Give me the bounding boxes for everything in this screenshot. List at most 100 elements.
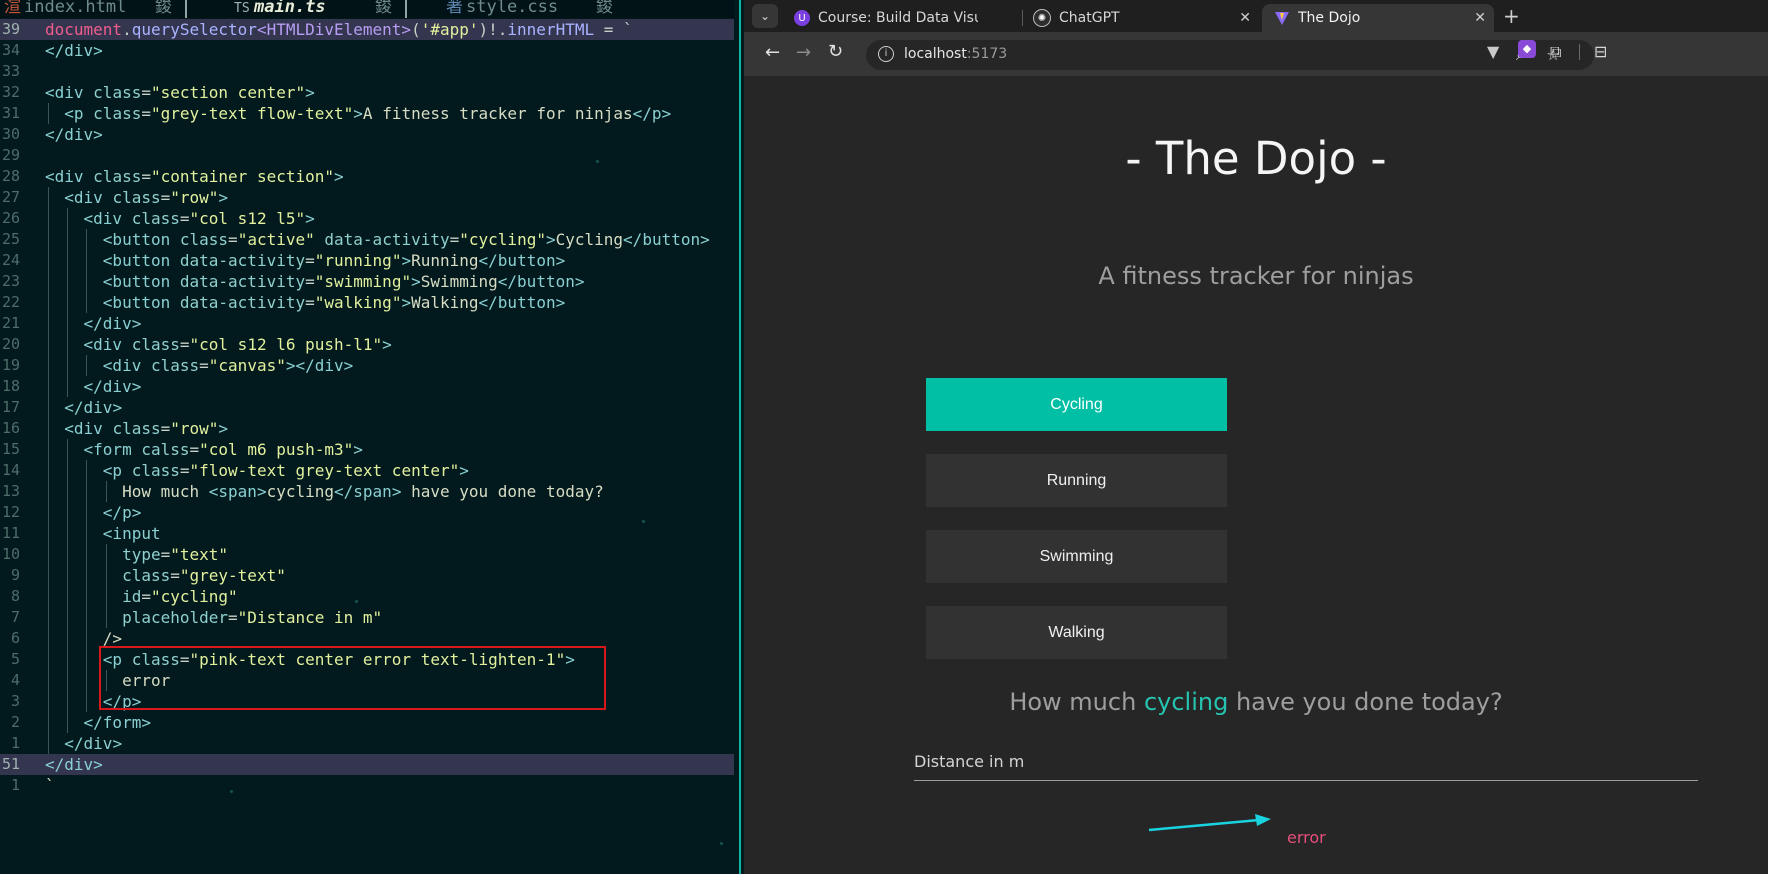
code-line[interactable]: 39 document.querySelector<HTMLDivElement>… <box>0 18 734 40</box>
editor-tab-index-html[interactable]: index.html <box>24 0 126 16</box>
code-line[interactable]: 18 </div> <box>0 375 734 397</box>
code-line[interactable]: 30 </div> <box>0 124 734 145</box>
vite-favicon-icon <box>1274 10 1290 26</box>
code-line[interactable]: 8 id="cycling" <box>0 585 734 607</box>
side-panel-icon[interactable]: ⊟ <box>1594 42 1607 61</box>
code-text: <div class="canvas"></div> <box>102 355 354 375</box>
annotation-highlight-box <box>99 646 606 710</box>
window-split-line[interactable] <box>739 0 741 874</box>
line-number: 17 <box>1 397 20 416</box>
code-text: How much <span>cycling</span> have you d… <box>45 481 604 501</box>
address-host: localhost <box>904 46 967 62</box>
close-tab-icon[interactable]: ✕ <box>1239 10 1251 26</box>
browser-tab-strip: ⌄ U Course: Build Data Visua ✺ ChatGPT ✕… <box>744 0 1768 32</box>
code-line[interactable]: 17 </div> <box>0 396 734 418</box>
chatgpt-favicon-icon: ✺ <box>1033 9 1051 27</box>
walking-button[interactable]: Walking <box>926 606 1227 659</box>
editor-tab-style-css[interactable]: style.css <box>466 0 558 16</box>
code-line[interactable]: 9 class="grey-text" <box>0 564 734 586</box>
code-text: </div> <box>64 733 123 753</box>
code-text: document.querySelector<HTMLDivElement>('… <box>45 19 633 39</box>
line-number: 10 <box>1 544 20 563</box>
code-line[interactable]: 27 <div class="row"> <box>0 186 734 208</box>
code-line[interactable]: 31 <p class="grey-text flow-text">A fitn… <box>0 102 734 124</box>
line-number: 4 <box>10 670 20 689</box>
code-line[interactable]: 19 <div class="canvas"></div> <box>0 354 734 376</box>
line-number: 11 <box>1 523 20 542</box>
code-line[interactable]: 21 </div> <box>0 312 734 334</box>
line-number: 12 <box>1 502 20 521</box>
code-text: type="text" <box>122 544 229 564</box>
line-number: 16 <box>1 418 20 437</box>
code-line[interactable]: 26 <div class="col s12 l5"> <box>0 207 734 229</box>
code-line[interactable]: 29 <box>0 145 734 166</box>
back-arrow-icon[interactable]: ← <box>765 42 780 63</box>
code-text: <p class="grey-text flow-text">A fitness… <box>64 103 672 123</box>
new-tab-button[interactable]: + <box>1503 4 1520 28</box>
code-text: <div class="container section"> <box>45 166 344 186</box>
code-line[interactable]: 23 <button data-activity="swimming">Swim… <box>0 270 734 292</box>
close-tab-icon[interactable]: ✕ <box>1474 10 1486 26</box>
code-line[interactable]: 34 </div> <box>0 40 734 61</box>
extensions-puzzle-icon[interactable]: ⧉ <box>1550 42 1561 62</box>
line-number: 21 <box>1 313 20 332</box>
page-title: - The Dojo - <box>1125 132 1387 185</box>
code-text: <div class="row"> <box>64 418 229 438</box>
code-line[interactable]: 1 ` <box>0 775 734 796</box>
code-line[interactable]: 25 <button class="active" data-activity=… <box>0 228 734 250</box>
line-number: 29 <box>1 145 20 164</box>
code-line[interactable]: 11 <input <box>0 522 734 544</box>
code-line[interactable]: 14 <p class="flow-text grey-text center"… <box>0 459 734 481</box>
code-line[interactable]: 28 <div class="container section"> <box>0 166 734 187</box>
address-bar[interactable]: i localhost:5173 ⌕ ☆ <box>866 40 1594 70</box>
line-number: 6 <box>10 628 20 647</box>
code-line[interactable]: 32 <div class="section center"> <box>0 82 734 103</box>
code-line[interactable]: 24 <button data-activity="running">Runni… <box>0 249 734 271</box>
extension-vue-icon[interactable]: ▼ <box>1487 42 1499 61</box>
code-line[interactable]: 12 </p> <box>0 501 734 523</box>
line-number: 14 <box>1 460 20 479</box>
background-star <box>720 842 723 845</box>
line-number: 5 <box>10 649 20 668</box>
line-number: 32 <box>1 82 20 101</box>
tab-separator <box>405 0 407 18</box>
running-button[interactable]: Running <box>926 454 1227 507</box>
udemy-favicon-icon: U <box>794 10 810 26</box>
swimming-button[interactable]: Swimming <box>926 530 1227 583</box>
code-line[interactable]: 10 type="text" <box>0 543 734 565</box>
distance-input[interactable]: Distance in m <box>914 744 1698 781</box>
browser-tab-course[interactable]: U Course: Build Data Visua <box>784 4 999 32</box>
code-line[interactable]: 51 </div> <box>0 753 734 775</box>
cycling-button[interactable]: Cycling <box>926 378 1227 431</box>
code-line[interactable]: 7 placeholder="Distance in m" <box>0 606 734 628</box>
code-line[interactable]: 1 </div> <box>0 732 734 754</box>
browser-tab-the-dojo[interactable]: The Dojo ✕ <box>1262 4 1494 32</box>
browser-tab-title: ChatGPT <box>1059 10 1120 26</box>
extension-icon[interactable]: ◆ <box>1518 40 1536 58</box>
browser-tab-title: The Dojo <box>1298 10 1361 26</box>
code-text: <button data-activity="swimming">Swimmin… <box>102 271 585 291</box>
typescript-file-icon: TS <box>234 1 250 16</box>
browser-tab-chatgpt[interactable]: ✺ ChatGPT ✕ <box>1023 4 1259 32</box>
editor-tab-main-ts[interactable]: main.ts <box>254 0 326 16</box>
code-line[interactable]: 22 <button data-activity="walking">Walki… <box>0 291 734 313</box>
code-line[interactable]: 20 <div class="col s12 l6 push-l1"> <box>0 333 734 355</box>
modified-marker: 鋑 <box>375 0 392 17</box>
line-number: 34 <box>1 40 20 59</box>
code-line[interactable]: 2 </form> <box>0 711 734 733</box>
code-text: class="grey-text" <box>122 565 286 585</box>
tab-search-chevron-icon[interactable]: ⌄ <box>752 4 778 28</box>
code-line[interactable]: 33 <box>0 61 734 82</box>
forward-arrow-icon[interactable]: → <box>796 42 811 63</box>
line-number: 3 <box>10 691 20 710</box>
code-text: <button data-activity="running">Running<… <box>102 250 566 270</box>
code-text: </form> <box>83 712 151 732</box>
site-info-icon[interactable]: i <box>878 46 894 62</box>
code-line[interactable]: 13 How much <span>cycling</span> have yo… <box>0 480 734 502</box>
reload-icon[interactable]: ↻ <box>828 41 843 62</box>
code-line[interactable]: 16 <div class="row"> <box>0 417 734 439</box>
tagline: A fitness tracker for ninjas <box>1098 262 1414 290</box>
code-line[interactable]: 15 <form calss="col m6 push-m3"> <box>0 438 734 460</box>
line-number: 24 <box>1 250 20 269</box>
line-number: 8 <box>10 586 20 605</box>
